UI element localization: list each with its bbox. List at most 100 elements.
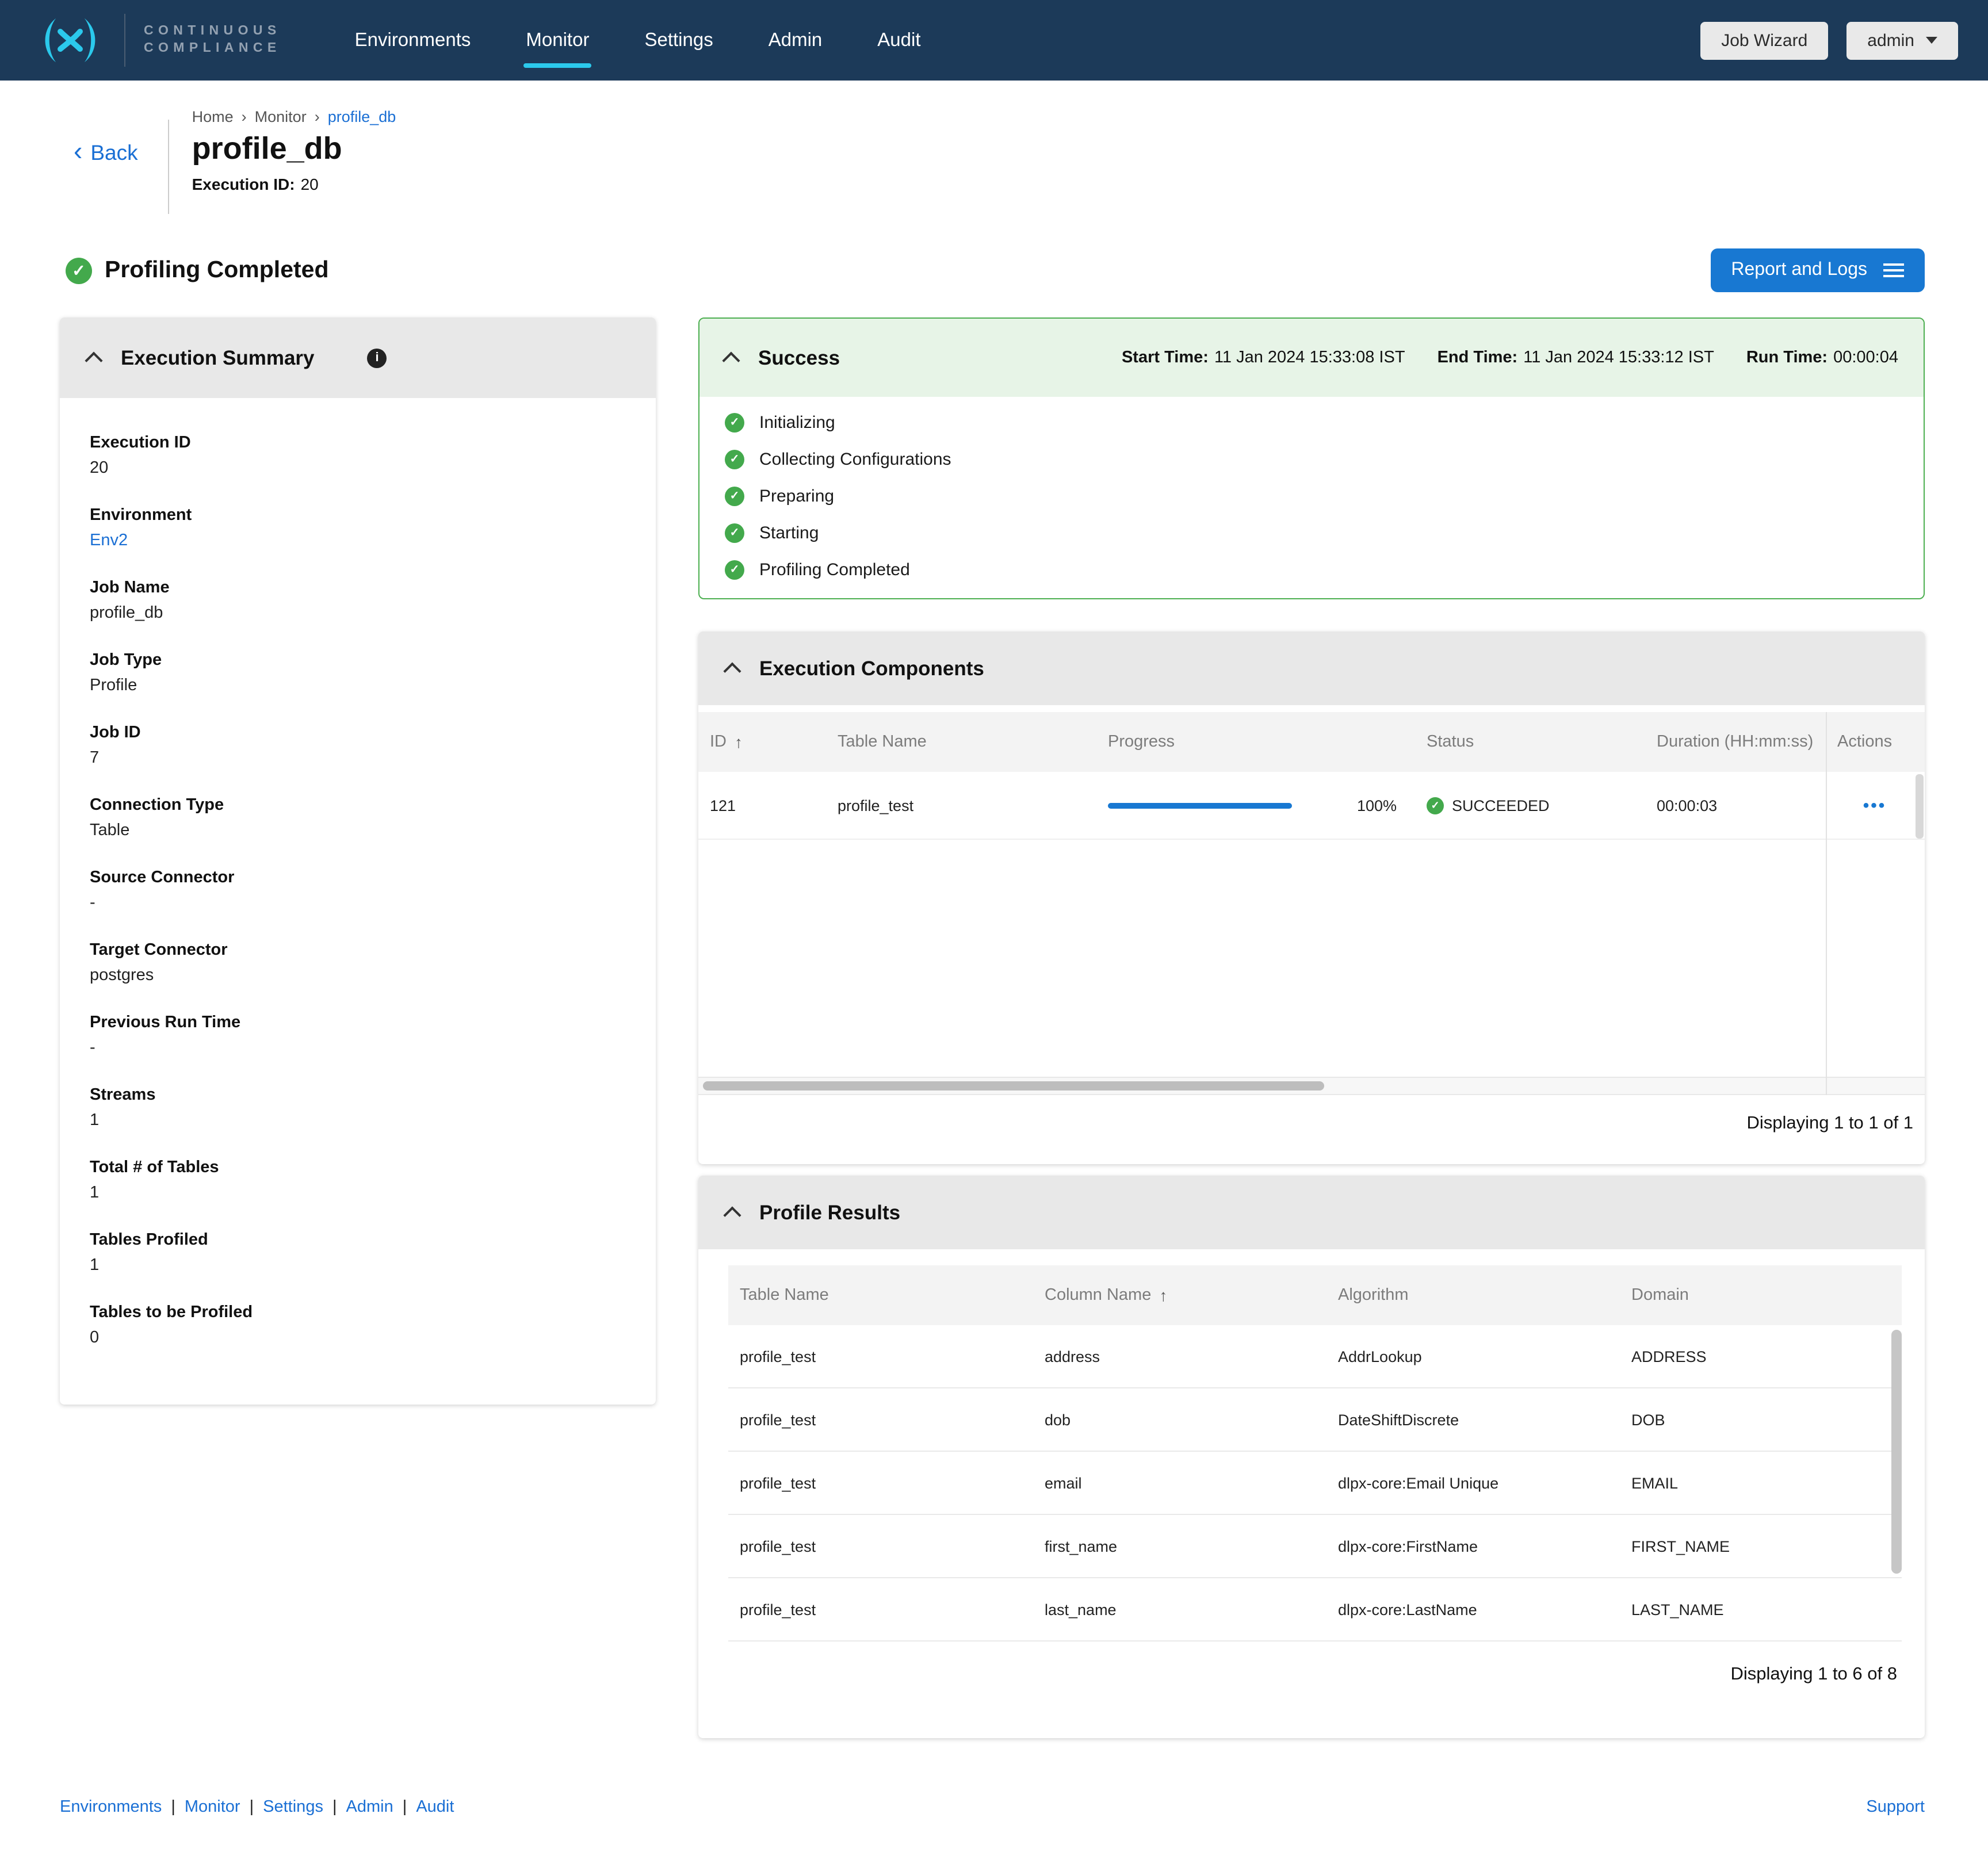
cell-duration: 00:00:03 [1645, 797, 1826, 814]
end-time: End Time:11 Jan 2024 15:33:12 IST [1438, 349, 1714, 367]
brand-line-2: COMPLIANCE [144, 40, 281, 58]
sort-asc-icon [1159, 1285, 1167, 1305]
profile-results-table: Table Name Column Name Algorithm Domain … [728, 1265, 1902, 1642]
status-check-icon [1427, 797, 1444, 814]
cell-progress: 100% [1096, 797, 1415, 814]
breadcrumb-home[interactable]: Home [192, 108, 255, 125]
back-label: Back [90, 140, 137, 166]
column-progress: Progress [1096, 733, 1415, 751]
column-status: Status [1415, 733, 1645, 751]
cell-actions [1826, 795, 1924, 815]
success-panel-header[interactable]: Success Start Time:11 Jan 2024 15:33:08 … [699, 319, 1924, 397]
column-column-name[interactable]: Column Name [1033, 1285, 1326, 1305]
footer-support[interactable]: Support [1866, 1798, 1925, 1816]
field-tables-profiled: Tables Profiled 1 [90, 1227, 628, 1278]
step-check-icon [725, 413, 744, 433]
execution-id-label: Execution ID: [192, 175, 295, 193]
horizontal-scrollbar-thumb[interactable] [703, 1081, 1324, 1091]
execution-id-line: Execution ID:20 [192, 175, 396, 193]
nav-monitor[interactable]: Monitor [526, 29, 589, 51]
execution-summary-header[interactable]: Execution Summary [60, 317, 656, 398]
user-menu-button[interactable]: admin [1846, 21, 1958, 59]
header-divider [168, 120, 169, 214]
footer: Environments| Monitor| Settings| Admin| … [60, 1798, 1925, 1816]
collapse-chevron-icon[interactable] [85, 351, 102, 369]
horizontal-scrollbar [698, 1077, 1925, 1095]
step-preparing: Preparing [725, 487, 1924, 506]
table-row: 121 profile_test 100% SUCCEEDED 00:00:03 [698, 772, 1925, 840]
status-heading: Profiling Completed [105, 257, 329, 284]
field-job-id: Job ID 7 [90, 720, 628, 771]
field-job-type: Job Type Profile [90, 648, 628, 698]
field-target-connector: Target Connector postgres [90, 938, 628, 988]
collapse-chevron-icon[interactable] [723, 1206, 741, 1224]
components-table-header: ID Table Name Progress Status Duration (… [698, 712, 1925, 772]
environment-link[interactable]: Env2 [90, 528, 628, 553]
profile-results-panel: Profile Results Table Name Column Name A… [698, 1176, 1925, 1738]
nav-audit[interactable]: Audit [877, 29, 920, 51]
page: CONTINUOUS COMPLIANCE Environments Monit… [0, 0, 1988, 1871]
success-check-icon [66, 257, 92, 284]
column-duration: Duration (HH:mm:ss) [1645, 733, 1826, 751]
column-table-name: Table Name [728, 1286, 1033, 1304]
table-row: profile_test first_name dlpx-core:FirstN… [728, 1515, 1902, 1578]
nav-settings[interactable]: Settings [644, 29, 713, 51]
info-icon[interactable] [368, 348, 387, 368]
profile-results-title: Profile Results [759, 1200, 900, 1225]
run-time: Run Time:00:00:04 [1746, 349, 1898, 367]
field-previous-run-time: Previous Run Time - [90, 1010, 628, 1061]
brand-line-1: CONTINUOUS [144, 23, 281, 40]
column-id[interactable]: ID [698, 732, 826, 752]
execution-components-title: Execution Components [759, 656, 984, 680]
status-text: SUCCEEDED [1452, 797, 1550, 814]
more-actions-icon[interactable] [1863, 795, 1887, 815]
report-and-logs-label: Report and Logs [1731, 260, 1867, 281]
nav-admin[interactable]: Admin [769, 29, 823, 51]
column-algorithm: Algorithm [1326, 1286, 1620, 1304]
footer-audit[interactable]: Audit [416, 1798, 454, 1816]
back-chevron-icon [74, 140, 82, 166]
sort-asc-icon [735, 732, 743, 752]
run-times: Start Time:11 Jan 2024 15:33:08 IST End … [1122, 349, 1898, 367]
column-table-name: Table Name [826, 733, 1096, 751]
execution-components-table: ID Table Name Progress Status Duration (… [698, 712, 1925, 1095]
nav-environments[interactable]: Environments [355, 29, 471, 51]
page-header: Back HomeMonitorprofile_db profile_db Ex… [74, 108, 1988, 214]
step-initializing: Initializing [725, 413, 1924, 433]
footer-environments[interactable]: Environments [60, 1798, 162, 1816]
results-paging-text: Displaying 1 to 6 of 8 [698, 1665, 1897, 1685]
field-job-name: Job Name profile_db [90, 575, 628, 626]
vertical-scrollbar-thumb[interactable] [1916, 774, 1924, 839]
vertical-scrollbar-thumb[interactable] [1891, 1330, 1902, 1574]
step-check-icon [725, 560, 744, 580]
table-row: profile_test email dlpx-core:Email Uniqu… [728, 1452, 1902, 1515]
footer-monitor[interactable]: Monitor [185, 1798, 240, 1816]
step-profiling-completed: Profiling Completed [725, 560, 1924, 580]
footer-settings[interactable]: Settings [263, 1798, 323, 1816]
components-empty-area [698, 840, 1925, 1077]
page-title: profile_db [192, 131, 396, 167]
cell-id: 121 [698, 797, 826, 814]
execution-steps: Initializing Collecting Configurations P… [699, 397, 1924, 598]
breadcrumb-monitor[interactable]: Monitor [255, 108, 328, 125]
job-wizard-label: Job Wizard [1721, 30, 1807, 50]
profile-results-header[interactable]: Profile Results [698, 1176, 1925, 1249]
report-and-logs-button[interactable]: Report and Logs [1710, 248, 1925, 292]
table-row: profile_test dob DateShiftDiscrete DOB [728, 1388, 1902, 1452]
job-wizard-button[interactable]: Job Wizard [1700, 21, 1828, 59]
collapse-chevron-icon[interactable] [722, 351, 740, 369]
footer-admin[interactable]: Admin [346, 1798, 393, 1816]
back-link[interactable]: Back [74, 140, 138, 214]
breadcrumb: HomeMonitorprofile_db [192, 108, 396, 125]
collapse-chevron-icon[interactable] [723, 662, 741, 680]
success-panel: Success Start Time:11 Jan 2024 15:33:08 … [698, 317, 1925, 599]
execution-components-header[interactable]: Execution Components [698, 632, 1925, 705]
field-tables-to-be-profiled: Tables to be Profiled 0 [90, 1300, 628, 1350]
user-menu-label: admin [1867, 30, 1914, 50]
delphix-logo-icon [35, 16, 106, 64]
field-streams: Streams 1 [90, 1082, 628, 1133]
field-environment: Environment Env2 [90, 503, 628, 553]
field-source-connector: Source Connector - [90, 865, 628, 916]
brand[interactable]: CONTINUOUS COMPLIANCE [35, 14, 281, 67]
step-collecting-configurations: Collecting Configurations [725, 450, 1924, 469]
